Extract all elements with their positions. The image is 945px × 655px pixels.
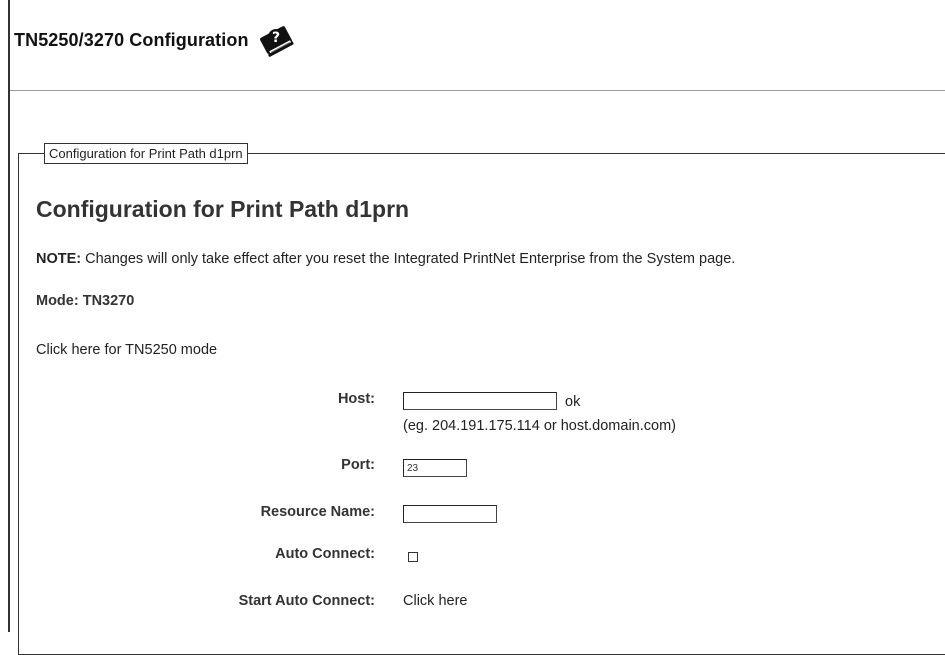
host-input[interactable]: [403, 392, 557, 410]
port-label: Port:: [341, 457, 375, 473]
svg-text:?: ?: [272, 30, 280, 46]
start-auto-connect-label: Start Auto Connect:: [238, 593, 375, 609]
host-hint: (eg. 204.191.175.114 or host.domain.com): [403, 418, 676, 434]
resource-name-input[interactable]: [403, 505, 497, 523]
page-header: TN5250/3270 Configuration ?: [14, 22, 295, 58]
fieldset-legend: Configuration for Print Path d1prn: [44, 143, 248, 164]
host-status: ok: [565, 394, 581, 410]
auto-connect-label: Auto Connect:: [275, 546, 375, 562]
header-divider: [10, 90, 945, 91]
note-text: NOTE: Changes will only take effect afte…: [36, 251, 735, 267]
port-input[interactable]: [403, 459, 467, 477]
mode-indicator: Mode: TN3270: [36, 293, 135, 309]
start-auto-connect-link[interactable]: Click here: [403, 593, 467, 609]
switch-mode-link[interactable]: Click here for TN5250 mode: [36, 342, 217, 358]
left-border: [8, 0, 10, 632]
help-book-icon[interactable]: ?: [257, 22, 295, 58]
page-title: TN5250/3270 Configuration: [14, 29, 249, 50]
note-body: Changes will only take effect after you …: [81, 251, 736, 267]
auto-connect-checkbox[interactable]: [408, 552, 418, 562]
section-title: Configuration for Print Path d1prn: [36, 196, 410, 222]
resource-name-label: Resource Name:: [260, 504, 375, 520]
note-label: NOTE:: [36, 251, 82, 267]
host-label: Host:: [337, 391, 375, 407]
